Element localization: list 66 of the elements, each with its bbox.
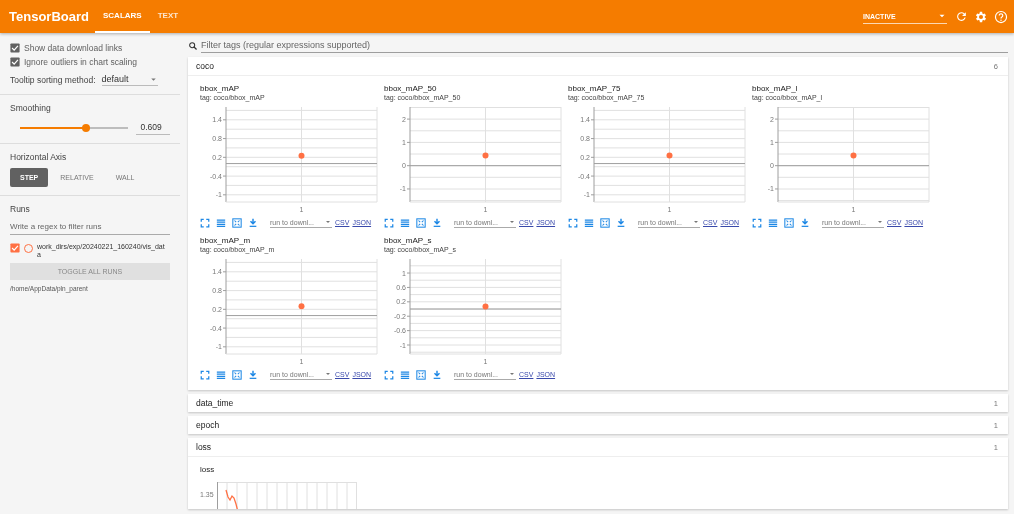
list-icon[interactable] [216, 217, 226, 228]
caret-icon [876, 218, 884, 226]
fullscreen-icon[interactable] [384, 217, 394, 228]
fit-icon[interactable] [232, 217, 242, 228]
download-icon[interactable] [248, 369, 258, 380]
checkbox[interactable] [10, 43, 20, 53]
fit-icon[interactable] [416, 217, 426, 228]
fit-icon[interactable] [600, 217, 610, 228]
data-point [482, 303, 489, 310]
download-icon[interactable] [432, 217, 442, 228]
data-point [482, 152, 489, 159]
tooltip-sorting-label: Tooltip sorting method: [10, 74, 96, 85]
fullscreen-icon[interactable] [200, 217, 210, 228]
caret-icon [324, 218, 332, 226]
chart-title: bbox_mAP_75 [568, 84, 622, 93]
caret-icon [324, 370, 332, 378]
checkbox[interactable] [10, 57, 20, 67]
fit-icon[interactable] [232, 369, 242, 380]
list-icon[interactable] [216, 369, 226, 380]
list-icon[interactable] [400, 369, 410, 380]
chart-title: bbox_mAP_l [752, 84, 799, 93]
fullscreen-icon[interactable] [752, 217, 762, 228]
smoothing-value[interactable]: 0.609 [136, 121, 170, 135]
app-title: TensorBoard [9, 9, 89, 24]
fit-icon[interactable] [784, 217, 794, 228]
refresh-icon[interactable] [955, 10, 968, 23]
data-point [850, 152, 857, 159]
category-name: loss [196, 442, 212, 452]
fit-icon[interactable] [416, 369, 426, 380]
caret-icon [692, 218, 700, 226]
chart-title: bbox_mAP [200, 84, 241, 93]
download-icon[interactable] [616, 217, 626, 228]
smoothing-label: Smoothing [10, 103, 52, 113]
search-icon [188, 40, 198, 51]
fullscreen-icon[interactable] [568, 217, 578, 228]
settings-icon[interactable] [974, 9, 988, 24]
caret-icon [508, 370, 516, 378]
download-icon[interactable] [800, 217, 810, 228]
data-point [298, 152, 305, 159]
fullscreen-icon[interactable] [200, 369, 210, 380]
download-icon[interactable] [248, 217, 258, 228]
option-label: Ignore outliers in chart scaling [24, 57, 137, 67]
chart-title: bbox_mAP_m [200, 236, 252, 245]
list-icon[interactable] [400, 217, 410, 228]
category-name: coco [196, 61, 214, 71]
category-name: data_time [196, 398, 234, 408]
tag-filter-field[interactable]: Filter tags (regular expressions supported) [201, 38, 1008, 53]
slider-thumb[interactable] [82, 124, 90, 132]
runs-label: Runs [10, 204, 31, 214]
run-filter-field[interactable]: Write a regex to filter runs [10, 219, 170, 235]
list-icon[interactable] [768, 217, 778, 228]
horizontal-axis-label: Horizontal Axis [10, 152, 68, 162]
checkbox[interactable] [10, 243, 20, 253]
option-label: Show data download links [24, 43, 123, 53]
chart-title: bbox_mAP_50 [384, 84, 438, 93]
data-point [666, 152, 673, 159]
caret-icon [508, 218, 516, 226]
chart-title: bbox_mAP_s [384, 236, 433, 245]
data-point [298, 303, 305, 310]
help-icon[interactable] [994, 9, 1008, 24]
category-name: epoch [196, 420, 220, 430]
download-icon[interactable] [432, 369, 442, 380]
fullscreen-icon[interactable] [384, 369, 394, 380]
chart-title: loss [200, 465, 216, 474]
tooltip-sorting-dropdown[interactable]: default [101, 73, 158, 86]
list-icon[interactable] [584, 217, 594, 228]
